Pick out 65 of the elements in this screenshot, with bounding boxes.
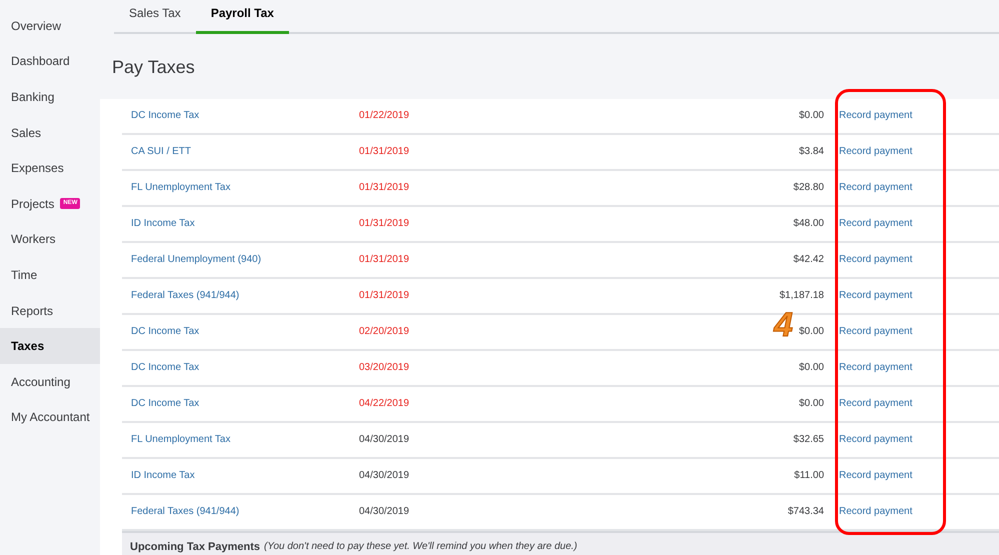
nav-item[interactable]: Overview (0, 8, 100, 44)
amount: $0.00 (798, 361, 824, 375)
due-date: 01/31/2019 (359, 145, 410, 159)
due-date: 03/20/2019 (359, 361, 410, 375)
due-date: 01/31/2019 (359, 253, 410, 267)
amount: $32.65 (793, 433, 824, 447)
tax-name-link[interactable]: Federal Taxes (941/944) (131, 504, 359, 519)
tax-name-link[interactable]: FL Unemployment Tax (131, 180, 359, 195)
amount: $48.00 (793, 217, 824, 231)
page-heading: Pay Taxes (112, 56, 196, 79)
tax-name-link[interactable]: ID Income Tax (131, 468, 359, 483)
record-payment-link[interactable]: Record payment (839, 252, 912, 267)
record-payment-link[interactable]: Record payment (839, 468, 912, 483)
due-date: 02/20/2019 (359, 325, 410, 339)
record-payment-link[interactable]: Record payment (839, 504, 912, 519)
section-title: Upcoming Tax Payments (130, 540, 260, 554)
tax-name-link[interactable]: ID Income Tax (131, 216, 359, 231)
nav-item[interactable]: Reports (0, 292, 100, 328)
amount: $0.00 (798, 109, 824, 123)
due-date: 04/22/2019 (359, 397, 410, 411)
record-payment-link[interactable]: Record payment (839, 432, 912, 447)
nav-item[interactable]: Taxes (0, 328, 100, 364)
nav-item[interactable]: Sales (0, 114, 100, 150)
amount: $28.80 (793, 181, 824, 195)
tab[interactable]: Payroll Tax (196, 4, 289, 34)
nav-item[interactable]: Time (0, 257, 100, 293)
nav-item[interactable]: My Accountant (0, 400, 100, 436)
tax-name-link[interactable]: DC Income Tax (131, 324, 359, 339)
record-payment-link[interactable]: Record payment (839, 144, 912, 159)
due-date: 01/31/2019 (359, 181, 410, 195)
record-payment-link[interactable]: Record payment (839, 180, 912, 195)
tax-name-link[interactable]: Federal Taxes (941/944) (131, 288, 359, 303)
due-date: 04/30/2019 (359, 433, 410, 447)
amount: $3.84 (798, 145, 824, 159)
tax-name-link[interactable]: DC Income Tax (131, 360, 359, 375)
tax-name-link[interactable]: Federal Unemployment (940) (131, 252, 359, 267)
record-payment-link[interactable]: Record payment (839, 108, 912, 123)
due-date: 01/31/2019 (359, 217, 410, 231)
nav-item[interactable]: Workers (0, 222, 100, 258)
record-payment-link[interactable]: Record payment (839, 396, 912, 411)
record-payment-link[interactable]: Record payment (839, 324, 912, 339)
tab[interactable]: Sales Tax (114, 4, 196, 34)
amount: $0.00 (798, 397, 824, 411)
amount: $743.34 (788, 505, 824, 519)
tax-name-link[interactable]: DC Income Tax (131, 396, 359, 411)
amount: $11.00 (794, 469, 824, 483)
section-note: (You don't need to pay these yet. We'll remind you when they are due.) (264, 540, 578, 554)
amount: $42.42 (793, 253, 824, 267)
tax-name-link[interactable]: CA SUI / ETT (131, 144, 359, 159)
due-date: 04/30/2019 (359, 469, 410, 483)
nav-item[interactable]: Dashboard (0, 44, 100, 80)
tax-name-link[interactable]: DC Income Tax (131, 108, 359, 123)
record-payment-link[interactable]: Record payment (839, 288, 912, 303)
callout-number: 4 (774, 308, 793, 342)
nav-item[interactable]: Banking (0, 79, 100, 115)
due-date: 01/22/2019 (359, 109, 410, 123)
amount: $0.00 (798, 325, 824, 339)
tax-name-link[interactable]: FL Unemployment Tax (131, 432, 359, 447)
record-payment-link[interactable]: Record payment (839, 360, 912, 375)
record-payment-link[interactable]: Record payment (839, 216, 912, 231)
amount: $1,187.18 (780, 289, 824, 303)
due-date: 01/31/2019 (359, 289, 410, 303)
nav-item[interactable]: Expenses (0, 150, 100, 186)
due-date: 04/30/2019 (359, 505, 410, 519)
nav-item[interactable]: Accounting (0, 364, 100, 400)
